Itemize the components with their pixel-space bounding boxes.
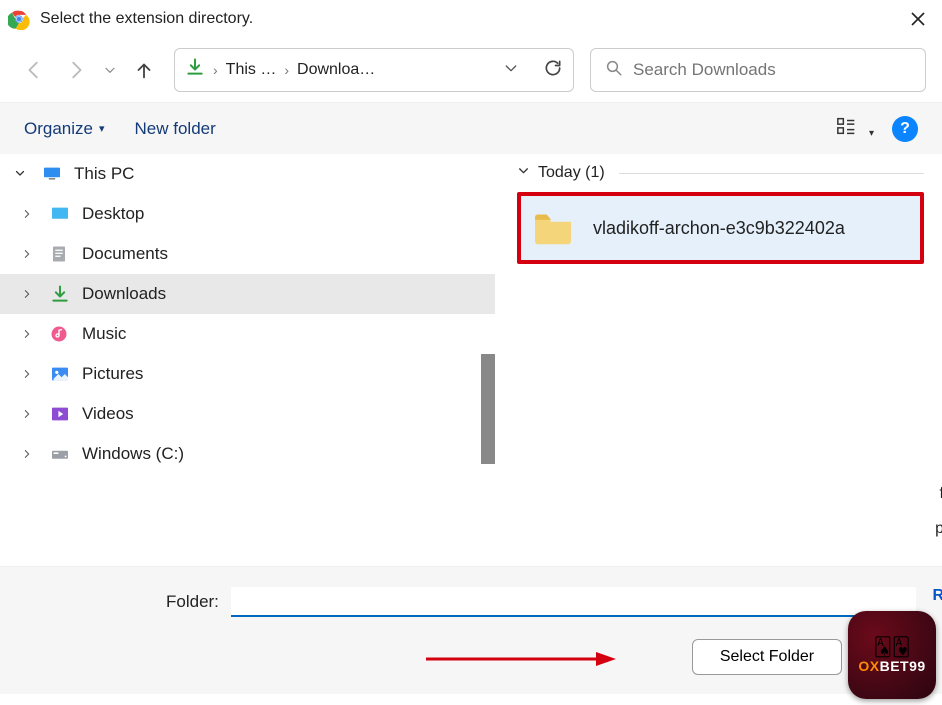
chevron-right-icon [22, 207, 40, 222]
chevron-right-icon [22, 447, 40, 462]
sidebar-item-downloads[interactable]: Downloads [0, 274, 495, 314]
search-box[interactable] [590, 48, 926, 92]
titlebar: Select the extension directory. [0, 0, 942, 38]
download-icon [185, 57, 205, 83]
monitor-icon [42, 165, 64, 183]
search-icon [605, 59, 623, 82]
download-icon [50, 285, 72, 303]
chevron-down-icon: ▾ [99, 122, 105, 135]
breadcrumb-part-1[interactable]: This … [226, 61, 277, 79]
sidebar-item-music[interactable]: Music [0, 314, 495, 354]
cards-icon: 🂡🂱 [874, 637, 911, 658]
refresh-button[interactable] [543, 58, 563, 83]
chevron-right-icon [22, 287, 40, 302]
window-title: Select the extension directory. [40, 10, 902, 28]
select-folder-button[interactable]: Select Folder [692, 639, 842, 675]
sidebar-item-videos[interactable]: Videos [0, 394, 495, 434]
folder-input[interactable] [231, 587, 916, 617]
chevron-down-icon: ▾ [869, 128, 874, 139]
organize-button[interactable]: Organize ▾ [24, 119, 105, 139]
back-button[interactable] [16, 52, 52, 88]
chevron-right-icon [22, 247, 40, 262]
chevron-right-icon: › [284, 62, 289, 78]
up-button[interactable] [126, 52, 162, 88]
sidebar-item-documents[interactable]: Documents [0, 234, 495, 274]
chevron-down-icon [517, 164, 530, 182]
folder-icon [531, 210, 575, 246]
search-input[interactable] [633, 60, 911, 80]
videos-icon [50, 405, 72, 423]
divider [619, 173, 924, 174]
chrome-icon [8, 8, 30, 30]
content-area: Today (1) vladikoff-archon-e3c9b322402a [495, 154, 942, 566]
watermark-badge: 🂡🂱 OXBET99 [848, 611, 936, 699]
chevron-right-icon [22, 367, 40, 382]
scrollbar-thumb[interactable] [481, 354, 495, 464]
desktop-icon [50, 205, 72, 223]
new-folder-button[interactable]: New folder [135, 119, 216, 139]
breadcrumb-part-2[interactable]: Downloa… [297, 61, 375, 79]
document-icon [50, 245, 72, 263]
navbar: › This … › Downloa… [0, 38, 942, 102]
sidebar-item-windows-c[interactable]: Windows (C:) [0, 434, 495, 474]
watermark-text: OXBET99 [858, 658, 925, 674]
main-area: This PC Desktop Documents [0, 154, 942, 566]
chevron-right-icon [22, 407, 40, 422]
close-button[interactable] [902, 3, 934, 35]
chevron-right-icon: › [213, 62, 218, 78]
annotation-arrow [426, 649, 616, 669]
folder-item[interactable]: vladikoff-archon-e3c9b322402a [517, 192, 924, 264]
drive-icon [50, 445, 72, 463]
view-options-button[interactable]: ▾ [836, 116, 874, 141]
breadcrumb[interactable]: › This … › Downloa… [174, 48, 574, 92]
help-button[interactable]: ? [892, 116, 918, 142]
breadcrumb-dropdown[interactable] [503, 60, 519, 81]
folder-label: Folder: [166, 592, 219, 612]
music-icon [50, 325, 72, 343]
tree-root-this-pc[interactable]: This PC [0, 154, 495, 194]
bottom-panel: Folder: Select Folder Cancel [0, 566, 942, 694]
forward-button[interactable] [58, 52, 94, 88]
sidebar-item-pictures[interactable]: Pictures [0, 354, 495, 394]
toolbar: Organize ▾ New folder ▾ ? [0, 102, 942, 154]
edge-text: R [932, 587, 942, 605]
sidebar-item-desktop[interactable]: Desktop [0, 194, 495, 234]
chevron-down-icon [14, 167, 32, 182]
pictures-icon [50, 365, 72, 383]
folder-name: vladikoff-archon-e3c9b322402a [593, 218, 845, 239]
sidebar: This PC Desktop Documents [0, 154, 495, 566]
group-header[interactable]: Today (1) [517, 164, 924, 182]
edge-text: p [935, 520, 942, 538]
history-dropdown[interactable] [100, 52, 120, 88]
chevron-right-icon [22, 327, 40, 342]
